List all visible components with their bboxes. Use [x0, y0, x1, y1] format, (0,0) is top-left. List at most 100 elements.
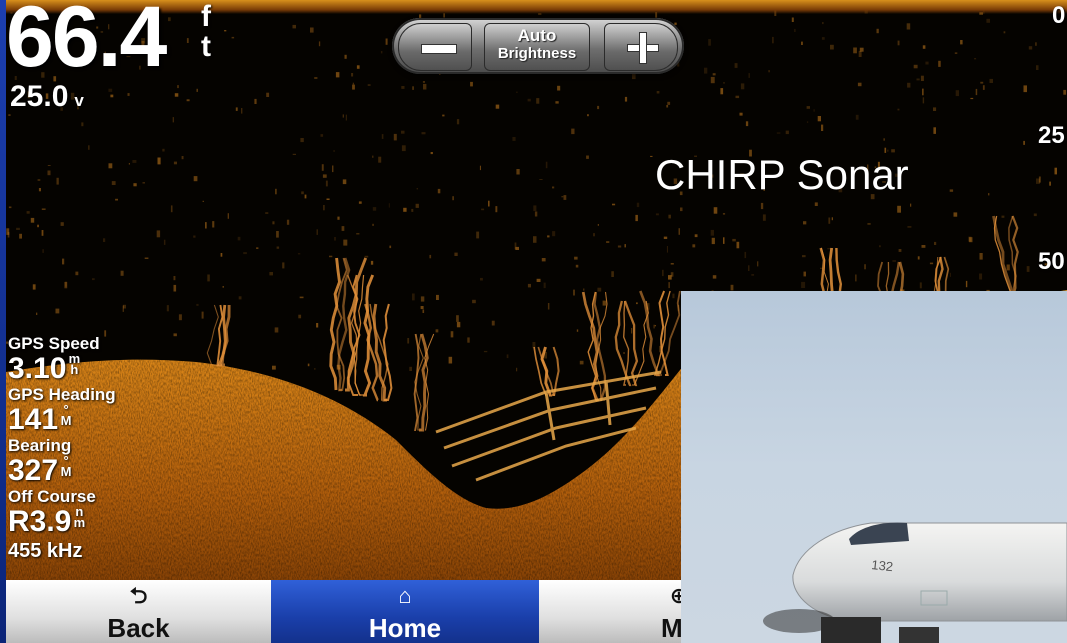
home-button[interactable]: ⌂ Home [271, 580, 540, 643]
engine-nacelle [821, 617, 881, 643]
sonar-speckle [231, 36, 235, 39]
tree-echo [206, 304, 231, 367]
sonar-speckle [456, 315, 459, 322]
sonar-speckle [579, 360, 584, 365]
sonar-speckle [201, 311, 204, 319]
sonar-speckle [922, 45, 926, 49]
sonar-speckle [907, 82, 911, 88]
frequency-readout: 455 kHz [8, 540, 83, 562]
sonar-speckle [668, 214, 671, 219]
sonar-speckle [335, 72, 340, 78]
sonar-speckle [163, 239, 166, 245]
back-arrow-icon: ⮌ [129, 583, 148, 608]
sonar-speckle [111, 181, 116, 185]
auto-label: Auto [517, 26, 557, 45]
sonar-speckle [120, 270, 124, 276]
sonar-speckle [536, 98, 540, 104]
data-field-gps-speed: GPS Speed 3.10 m h [8, 334, 138, 385]
sonar-speckle [272, 221, 275, 225]
sonar-speckle [423, 83, 427, 90]
sonar-speckle [341, 226, 345, 231]
sonar-speckle [456, 119, 460, 125]
sonar-speckle [803, 271, 806, 277]
data-field-value: 141 ° M [8, 402, 72, 436]
sonar-speckle [933, 107, 937, 111]
sonar-speckle [545, 161, 548, 169]
sonar-speckle [527, 98, 531, 102]
sonar-speckle [1054, 167, 1057, 175]
auto-brightness-label: Auto Brightness [485, 27, 589, 63]
sonar-speckle [650, 155, 653, 157]
sonar-speckle [573, 289, 575, 296]
sonar-speckle [326, 198, 330, 200]
sonar-speckle [867, 223, 871, 225]
sonar-speckle [678, 228, 680, 235]
aircraft-photo: 132 [681, 291, 1067, 643]
sonar-speckle [75, 271, 79, 276]
sonar-speckle [186, 38, 189, 43]
sonar-speckle [193, 235, 196, 238]
sonar-speckle [412, 86, 414, 90]
sonar-speckle [128, 163, 130, 165]
sonar-speckle [235, 107, 238, 111]
sonar-speckle [1028, 46, 1033, 50]
aircraft-number: 132 [871, 557, 894, 574]
sonar-speckle [343, 239, 348, 246]
sonar-speckle [735, 95, 740, 99]
sonar-speckle [949, 189, 954, 192]
brightness-plus-button[interactable] [604, 23, 678, 71]
sonar-speckle [670, 263, 674, 265]
sonar-speckle [1038, 176, 1041, 183]
sonar-speckle [602, 300, 607, 306]
sonar-speckle [907, 226, 912, 228]
sonar-speckle [222, 286, 224, 288]
sonar-speckle [196, 303, 199, 306]
sonar-speckle [794, 28, 796, 32]
sonar-speckle [483, 350, 488, 353]
sonar-speckle [81, 122, 84, 127]
sonar-speckle [16, 227, 20, 230]
sonar-speckle [925, 61, 929, 65]
back-button[interactable]: ⮌ Back [6, 580, 272, 643]
sonar-speckle [47, 170, 51, 176]
sonar-speckle [345, 114, 347, 121]
sonar-speckle [436, 294, 439, 300]
sonar-speckle [470, 81, 473, 87]
sonar-speckle [897, 108, 900, 111]
aircraft-image: 132 [763, 522, 1067, 643]
sonar-speckle [710, 229, 714, 236]
sonar-speckle [739, 112, 743, 116]
sonar-speckle [853, 47, 857, 54]
sonar-speckle [802, 255, 806, 258]
voltage-value: 25.0 [10, 80, 69, 113]
brightness-minus-button[interactable] [398, 23, 472, 71]
auto-brightness-button[interactable]: Auto Brightness [484, 23, 590, 71]
sonar-speckle [212, 221, 215, 228]
sonar-speckle [322, 174, 327, 178]
sonar-speckle [108, 163, 113, 169]
sonar-speckle [334, 237, 336, 241]
sonar-speckle [979, 253, 983, 260]
sonar-speckle [8, 206, 12, 209]
sonar-speckle [1023, 85, 1027, 93]
sonar-speckle [389, 245, 392, 249]
sonar-speckle [692, 244, 696, 248]
sonar-speckle [708, 39, 711, 46]
sonar-speckle [186, 99, 190, 102]
sonar-speckle [801, 281, 806, 288]
sonar-speckle [1049, 181, 1051, 186]
sonar-speckle [736, 241, 740, 249]
sonar-speckle [822, 22, 824, 25]
sonar-speckle [292, 24, 296, 29]
sonar-speckle [372, 207, 377, 211]
sonar-speckle [202, 200, 204, 202]
data-field-value: 327 ° M [8, 453, 72, 487]
sonar-speckle [38, 188, 41, 192]
sonar-speckle [301, 191, 304, 195]
sonar-speckle [814, 202, 818, 206]
sonar-speckle [41, 208, 46, 210]
sonar-speckle [855, 274, 857, 282]
sonar-speckle [745, 121, 749, 127]
sonar-speckle [670, 272, 674, 277]
sonar-speckle [344, 54, 347, 59]
